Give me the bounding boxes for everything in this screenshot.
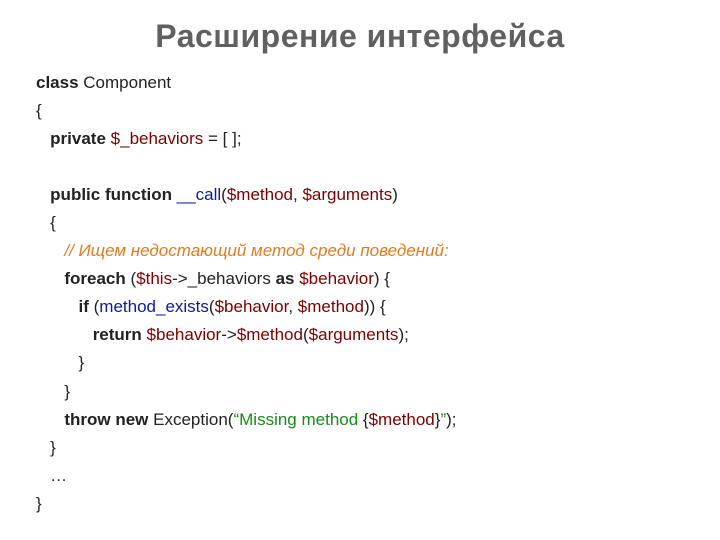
kw-throw-new: throw new: [64, 410, 148, 429]
var-this: $this: [136, 269, 172, 288]
paren: (: [89, 297, 99, 316]
brace-open: {: [36, 101, 42, 120]
var-behavior: $behavior: [299, 269, 374, 288]
kw-as: as: [271, 269, 299, 288]
brace-open: {: [50, 213, 56, 232]
brace-open: )) {: [364, 297, 386, 316]
fn-call: __call: [177, 185, 221, 204]
prop-behaviors: _behaviors: [188, 269, 271, 288]
arg-method: $method: [227, 185, 293, 204]
paren: ): [392, 185, 398, 204]
brace-close: }: [64, 382, 70, 401]
var-method: $method: [369, 410, 435, 429]
txt-classname: Component: [79, 73, 172, 92]
arg-arguments: $arguments: [302, 185, 392, 204]
kw-if: if: [79, 297, 89, 316]
brace-open: ) {: [374, 269, 390, 288]
brace-close: }: [36, 494, 42, 513]
kw-private: private: [50, 129, 106, 148]
kw-foreach: foreach: [64, 269, 125, 288]
kw-class: class: [36, 73, 79, 92]
comma: ,: [288, 297, 297, 316]
arg-behavior: $behavior: [215, 297, 289, 316]
brace-close: }: [79, 353, 85, 372]
slide: Расширение интерфейса class Component { …: [0, 0, 720, 540]
slide-title: Расширение интерфейса: [36, 18, 684, 55]
var-behaviors: $_behaviors: [111, 129, 204, 148]
str-missing: “Missing method: [233, 410, 362, 429]
paren: );: [398, 325, 408, 344]
ellipsis: …: [50, 466, 67, 485]
paren: );: [446, 410, 456, 429]
kw-public-function: public function: [50, 185, 172, 204]
brace-close: }: [50, 438, 56, 457]
txt-assign: = [ ];: [203, 129, 241, 148]
arg-arguments: $arguments: [309, 325, 399, 344]
kw-return: return: [93, 325, 142, 344]
fn-method-exists: method_exists: [99, 297, 209, 316]
var-method: $method: [237, 325, 303, 344]
comment-line: // Ищем недостающий метод среди поведени…: [64, 241, 448, 260]
cls-exception: Exception(: [153, 410, 233, 429]
arrow: ->: [172, 269, 188, 288]
arrow: ->: [221, 325, 237, 344]
var-behavior: $behavior: [147, 325, 222, 344]
code-block: class Component { private $_behaviors = …: [36, 69, 684, 518]
arg-method: $method: [298, 297, 364, 316]
paren: (: [126, 269, 136, 288]
